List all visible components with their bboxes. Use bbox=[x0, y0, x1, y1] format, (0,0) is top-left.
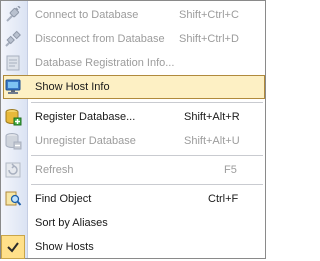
menu-item-disconnect-from-database[interactable]: Disconnect from Database Shift+Ctrl+D bbox=[1, 27, 265, 51]
menu-item-label: Unregister Database bbox=[35, 135, 136, 147]
menu-item-shortcut: Shift+Alt+U bbox=[184, 135, 240, 147]
menu-item-label: Show Hosts bbox=[35, 241, 94, 253]
menu-item-refresh[interactable]: Refresh F5 bbox=[1, 158, 265, 182]
menu-item-shortcut: Shift+Alt+R bbox=[184, 111, 240, 123]
menu-item-shortcut: Ctrl+F bbox=[208, 193, 239, 205]
menu-separator bbox=[31, 184, 263, 185]
menu-item-label: Show Host Info bbox=[35, 81, 110, 93]
menu-item-label: Sort by Aliases bbox=[35, 217, 108, 229]
menu-item-label: Register Database... bbox=[35, 111, 136, 123]
plug-connect-icon bbox=[4, 5, 22, 24]
database-info-icon bbox=[4, 54, 22, 72]
menu-item-show-hosts[interactable]: Show Hosts bbox=[1, 235, 265, 259]
menu-item-shortcut: Shift+Ctrl+C bbox=[179, 9, 239, 21]
menu-item-show-host-info[interactable]: Show Host Info bbox=[1, 75, 265, 99]
refresh-icon bbox=[4, 161, 22, 179]
menu-item-database-registration-info[interactable]: Database Registration Info... bbox=[1, 51, 265, 75]
menu-item-label: Find Object bbox=[35, 193, 92, 205]
menu-item-unregister-database[interactable]: Unregister Database Shift+Alt+U bbox=[1, 129, 265, 153]
plug-disconnect-icon bbox=[4, 30, 22, 48]
menu-separator bbox=[31, 102, 263, 103]
menu-item-label: Connect to Database bbox=[35, 9, 139, 21]
menu-item-label: Database Registration Info... bbox=[35, 57, 175, 69]
checkmark-icon bbox=[4, 238, 22, 256]
menu-item-label: Refresh bbox=[35, 164, 74, 176]
context-menu: Connect to Database Shift+Ctrl+C Disconn… bbox=[0, 0, 266, 259]
host-computer-icon bbox=[4, 78, 22, 96]
menu-item-connect-to-database[interactable]: Connect to Database Shift+Ctrl+C bbox=[1, 3, 265, 27]
menu-separator bbox=[31, 155, 263, 156]
menu-item-register-database[interactable]: Register Database... Shift+Alt+R bbox=[1, 105, 265, 129]
menu-item-label: Disconnect from Database bbox=[35, 33, 165, 45]
database-remove-icon bbox=[4, 132, 22, 150]
menu-item-find-object[interactable]: Find Object Ctrl+F bbox=[1, 187, 265, 211]
database-add-icon bbox=[4, 108, 22, 126]
menu-item-shortcut: Shift+Ctrl+D bbox=[179, 33, 239, 45]
find-object-icon bbox=[4, 190, 22, 208]
menu-item-sort-by-aliases[interactable]: Sort by Aliases bbox=[1, 211, 265, 235]
menu-item-shortcut: F5 bbox=[224, 164, 237, 176]
